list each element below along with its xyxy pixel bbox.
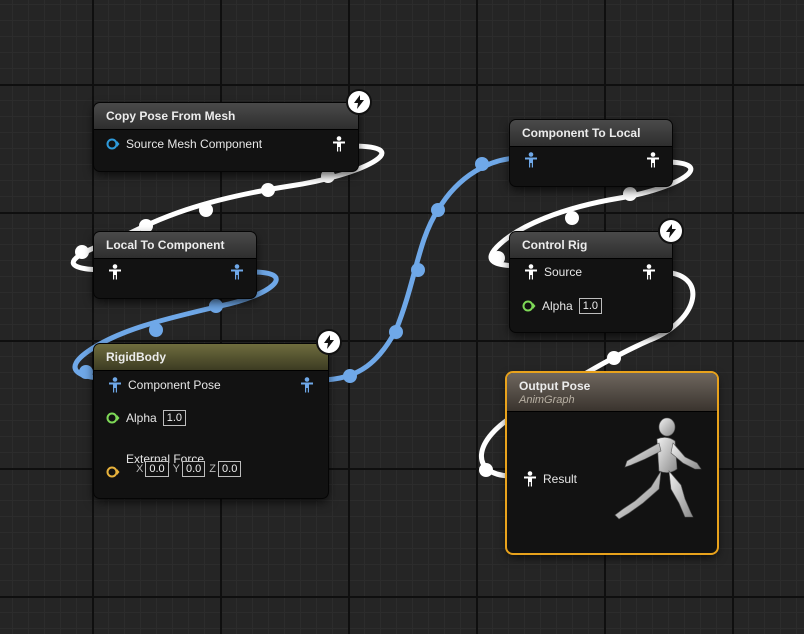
lightning-bolt-icon — [660, 220, 682, 242]
pin-pose-out[interactable] — [642, 264, 656, 280]
pin-component-pose-out[interactable] — [230, 264, 244, 280]
x-label: X — [136, 463, 144, 475]
float-pin-icon — [522, 300, 536, 312]
x-value-field[interactable]: 0.0 — [145, 461, 169, 477]
pin-label: Result — [543, 472, 578, 486]
pose-figure-icon — [647, 152, 659, 168]
pin-label: Source — [544, 265, 583, 279]
pin-component-pose-in[interactable]: Component Pose — [108, 377, 221, 393]
pin-label: Component Pose — [128, 378, 221, 392]
pose-figure-icon — [231, 264, 243, 280]
node-title: RigidBody — [94, 344, 328, 371]
lightning-bolt-icon — [318, 331, 340, 353]
object-pin-icon — [106, 138, 120, 150]
node-copy-pose-from-mesh[interactable]: Copy Pose From Mesh Source Mesh Componen… — [94, 103, 358, 171]
node-title: Copy Pose From Mesh — [94, 103, 358, 130]
float-pin-icon — [106, 412, 120, 424]
pose-figure-icon — [109, 264, 121, 280]
node-output-pose[interactable]: Output Pose AnimGraph Result — [507, 373, 717, 553]
node-title: Component To Local — [510, 120, 672, 147]
alpha-value-field[interactable]: 1.0 — [162, 410, 186, 426]
pin-label: Alpha — [542, 299, 573, 313]
pin-source[interactable]: Source — [524, 264, 582, 280]
z-value-field[interactable]: 0.0 — [218, 461, 242, 477]
pose-figure-icon — [301, 377, 313, 393]
pose-figure-icon — [109, 377, 121, 393]
vector-pin-icon — [106, 466, 120, 478]
pin-pose-out[interactable] — [332, 136, 346, 152]
pose-figure-icon — [524, 471, 536, 487]
pin-source-mesh-component[interactable]: Source Mesh Component — [106, 137, 262, 151]
pose-figure-icon — [525, 152, 537, 168]
wire-rigidbody-to-ctl[interactable] — [319, 155, 521, 383]
node-control-rig[interactable]: Control Rig Source Alpha 1.0 — [510, 232, 672, 332]
pin-component-pose-out[interactable] — [300, 377, 314, 393]
pose-figure-icon — [643, 264, 655, 280]
node-title: Local To Component — [94, 232, 256, 259]
external-force-fields: X 0.0 Y 0.0 Z 0.0 — [132, 461, 242, 477]
node-component-to-local[interactable]: Component To Local — [510, 120, 672, 186]
pin-label: Source Mesh Component — [126, 137, 263, 151]
running-mannequin-icon — [614, 417, 702, 520]
y-label: Y — [172, 463, 180, 475]
pin-pose-out[interactable] — [646, 152, 660, 168]
node-title: Output Pose — [519, 378, 591, 393]
pin-alpha[interactable]: Alpha 1.0 — [106, 410, 186, 426]
pin-result[interactable]: Result — [523, 471, 577, 487]
node-rigidbody[interactable]: RigidBody Component Pose Alpha 1.0 Exter… — [94, 344, 328, 498]
pin-component-pose-in[interactable] — [524, 152, 538, 168]
node-local-to-component[interactable]: Local To Component — [94, 232, 256, 298]
alpha-value-field[interactable]: 1.0 — [578, 298, 602, 314]
z-label: Z — [209, 463, 217, 475]
pin-alpha[interactable]: Alpha 1.0 — [522, 298, 602, 314]
pin-pose-in[interactable] — [108, 264, 122, 280]
node-header: Output Pose AnimGraph — [507, 373, 717, 412]
node-subtitle: AnimGraph — [519, 393, 575, 406]
pose-figure-icon — [333, 136, 345, 152]
y-value-field[interactable]: 0.0 — [181, 461, 206, 477]
pose-figure-icon — [525, 264, 537, 280]
node-title: Control Rig — [510, 232, 672, 259]
lightning-bolt-icon — [348, 91, 370, 113]
pin-label: Alpha — [126, 411, 157, 425]
